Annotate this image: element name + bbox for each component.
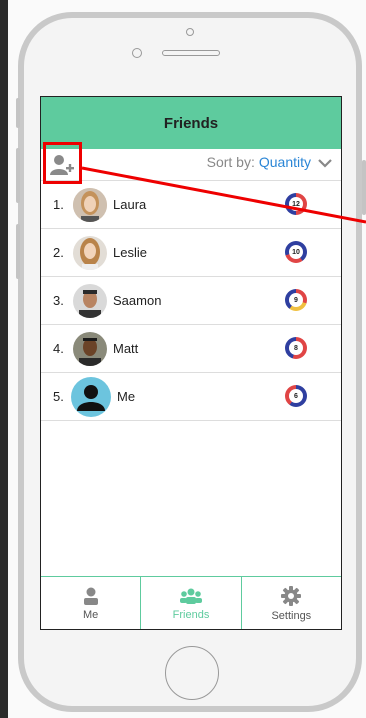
- annotation-arrow: [81, 166, 366, 224]
